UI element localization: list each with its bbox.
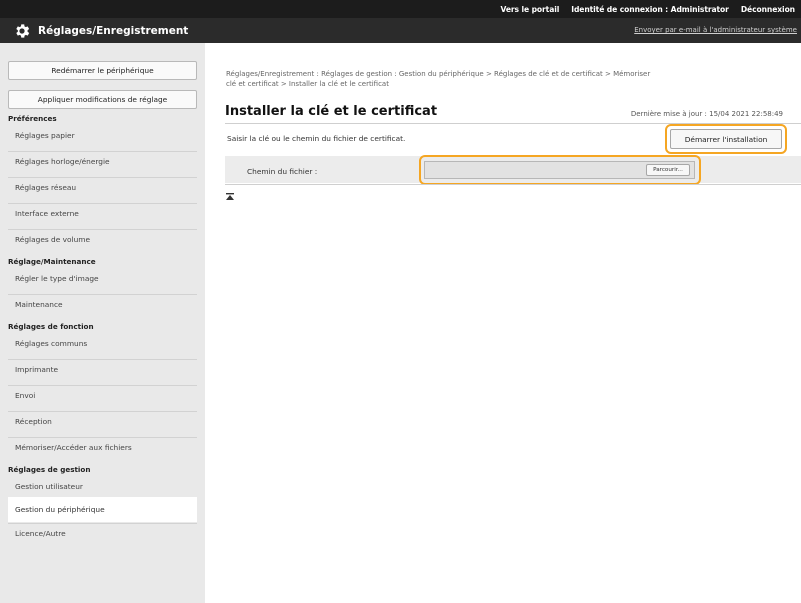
divider xyxy=(8,437,197,438)
email-admin-link[interactable]: Envoyer par e-mail à l'administrateur sy… xyxy=(634,26,797,34)
sidebar: Redémarrer le périphérique Appliquer mod… xyxy=(0,43,205,603)
app-title: Réglages/Enregistrement xyxy=(38,24,189,37)
sidebar-item-image-type[interactable]: Régler le type d'image xyxy=(15,274,99,283)
divider xyxy=(8,385,197,386)
sidebar-item-timer-energy[interactable]: Réglages horloge/énergie xyxy=(15,157,110,166)
divider xyxy=(8,411,197,412)
top-bar: Vers le portail Identité de connexion : … xyxy=(0,0,801,18)
section-function-settings: Réglages de fonction xyxy=(8,322,94,331)
breadcrumb-line-1[interactable]: Réglages/Enregistrement : Réglages de ge… xyxy=(226,69,786,79)
highlight-file-path xyxy=(419,155,701,185)
start-installation-button[interactable]: Démarrer l'installation xyxy=(670,129,782,149)
login-identity: Identité de connexion : Administrator xyxy=(571,5,729,14)
sidebar-item-store-access-files[interactable]: Mémoriser/Accéder aux fichiers xyxy=(15,443,132,452)
back-to-top-icon[interactable] xyxy=(226,193,234,202)
restart-device-button[interactable]: Redémarrer le périphérique xyxy=(8,61,197,80)
sidebar-item-common-settings[interactable]: Réglages communs xyxy=(15,339,87,348)
last-updated: Dernière mise à jour : 15/04 2021 22:58:… xyxy=(630,110,783,118)
section-preferences: Préférences xyxy=(8,114,57,123)
portal-link[interactable]: Vers le portail xyxy=(500,5,559,14)
title-bar: Réglages/Enregistrement Envoyer par e-ma… xyxy=(0,18,801,43)
sidebar-item-user-management[interactable]: Gestion utilisateur xyxy=(15,482,83,491)
sidebar-item-maintenance[interactable]: Maintenance xyxy=(15,300,63,309)
sidebar-item-volume[interactable]: Réglages de volume xyxy=(15,235,90,244)
divider xyxy=(8,203,197,204)
divider xyxy=(8,177,197,178)
sidebar-item-send[interactable]: Envoi xyxy=(15,391,35,400)
divider xyxy=(8,523,197,524)
main-content: Réglages/Enregistrement : Réglages de ge… xyxy=(205,43,801,603)
file-path-label: Chemin du fichier : xyxy=(247,167,318,176)
divider xyxy=(8,229,197,230)
sidebar-item-license-other[interactable]: Licence/Autre xyxy=(15,529,66,538)
login-identity-label: Identité de connexion : xyxy=(571,4,669,14)
section-management-settings: Réglages de gestion xyxy=(8,465,91,474)
login-identity-value: Administrator xyxy=(670,4,729,14)
gear-icon xyxy=(16,23,30,38)
apply-changes-button[interactable]: Appliquer modifications de réglage xyxy=(8,90,197,109)
instruction-text: Saisir la clé ou le chemin du fichier de… xyxy=(227,134,406,143)
breadcrumb: Réglages/Enregistrement : Réglages de ge… xyxy=(226,69,786,89)
sidebar-item-printer[interactable]: Imprimante xyxy=(15,365,58,374)
divider xyxy=(225,184,801,185)
sidebar-item-receive[interactable]: Réception xyxy=(15,417,52,426)
divider xyxy=(8,151,197,152)
logout-link[interactable]: Déconnexion xyxy=(741,5,795,14)
sidebar-item-network[interactable]: Réglages réseau xyxy=(15,183,76,192)
sidebar-item-device-management[interactable]: Gestion du périphérique xyxy=(15,505,105,514)
breadcrumb-line-2[interactable]: clé et certificat > Installer la clé et … xyxy=(226,79,786,89)
divider xyxy=(8,359,197,360)
section-adjustment-maintenance: Réglage/Maintenance xyxy=(8,257,96,266)
page-title: Installer la clé et le certificat xyxy=(225,104,438,119)
sidebar-item-external-interface[interactable]: Interface externe xyxy=(15,209,79,218)
sidebar-item-paper-settings[interactable]: Réglages papier xyxy=(15,131,75,140)
divider xyxy=(8,294,197,295)
